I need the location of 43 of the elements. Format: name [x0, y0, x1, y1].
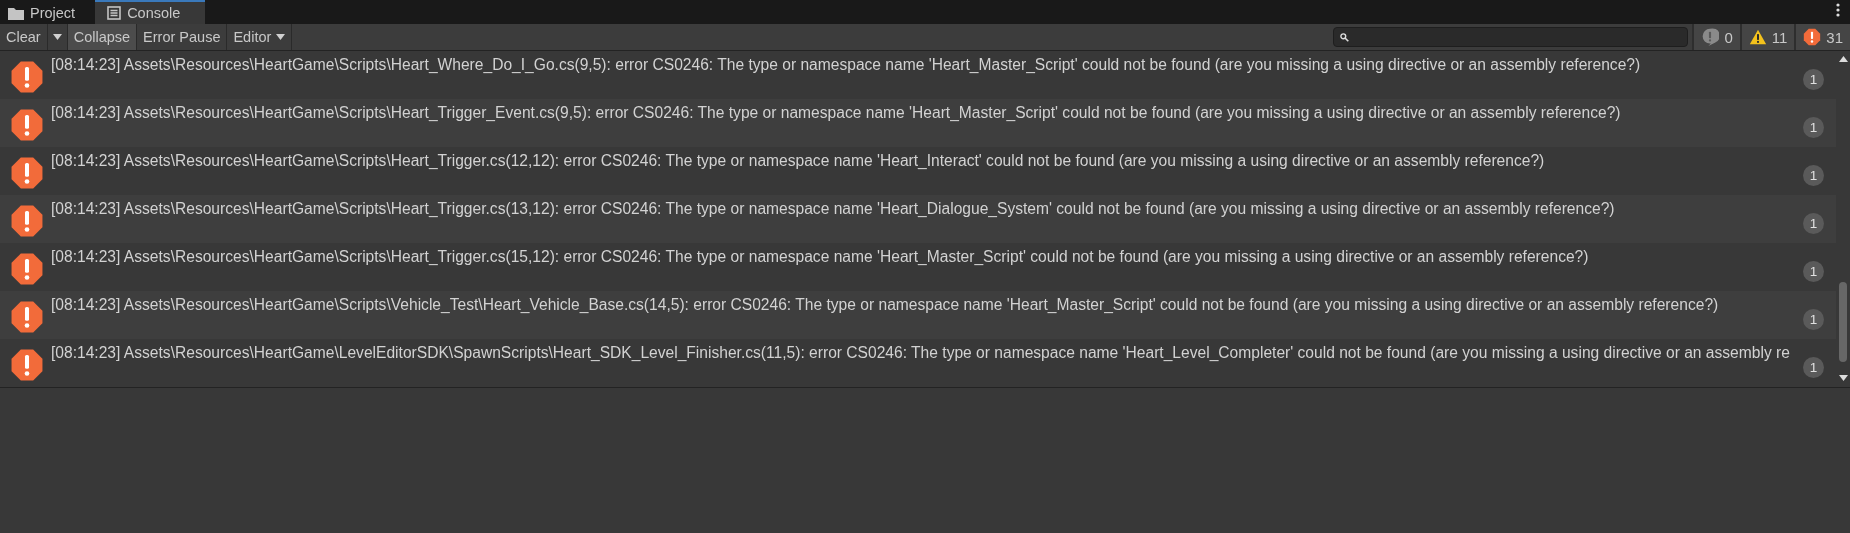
tab[interactable]: Console — [95, 0, 206, 24]
error-icon — [10, 300, 44, 334]
count-badge: 1 — [1803, 309, 1824, 330]
count-badge: 1 — [1803, 117, 1824, 138]
tab[interactable]: Project — [0, 0, 90, 24]
info-icon — [1701, 28, 1720, 46]
log-message: [08:14:23] Assets\Resources\HeartGame\Scripts\Heart_Where_Do_I_Go.cs(9,5): error CS0246: The type or namespace name 'Heart_Master_Script' could not be found (are you missing a using directive or an assembly reference?) — [51, 56, 1641, 74]
scroll-up-icon[interactable] — [1838, 56, 1848, 62]
log-message: [08:14:23] Assets\Resources\HeartGame\Scripts\Heart_Trigger.cs(12,12): error CS0246: The type or namespace name 'Heart_Interact' could not be found (are you missing a using directive or an assembly reference?) — [51, 152, 1545, 170]
caret-icon — [276, 34, 286, 40]
error-icon — [1803, 28, 1822, 46]
count-badge: 1 — [1803, 213, 1824, 234]
count-badge: 1 — [1803, 261, 1824, 282]
count-badge: 1 — [1803, 165, 1824, 186]
log-row[interactable] — [0, 195, 1836, 243]
log-message: [08:14:23] Assets\Resources\HeartGame\Scripts\Heart_Trigger.cs(13,12): error CS0246: The type or namespace name 'Heart_Dialogue_System' could not be found (are you missing a using directive or an assembly reference?) — [51, 200, 1615, 218]
error-icon — [10, 204, 44, 238]
search-field[interactable] — [1333, 27, 1689, 47]
scrollbar-thumb[interactable] — [1839, 282, 1847, 362]
count-badge: 1 — [1803, 357, 1824, 378]
counter-toggle[interactable]: 0 — [1692, 24, 1740, 50]
error-icon — [10, 108, 44, 142]
count-badge: 1 — [1803, 69, 1824, 90]
log-message: [08:14:23] Assets\Resources\HeartGame\Scripts\Heart_Trigger.cs(15,12): error CS0246: The type or namespace name 'Heart_Master_Script' could not be found (are you missing a using directive or an assembly reference?) — [51, 248, 1589, 266]
error-icon — [10, 252, 44, 286]
toggle-button[interactable]: Collapse — [67, 24, 138, 50]
error-icon — [10, 348, 44, 382]
warning-icon — [1748, 28, 1767, 46]
log-message: [08:14:23] Assets\Resources\HeartGame\LevelEditorSDK\SpawnScripts\Heart_SDK_Level_Finisher.cs(11,5): error CS0246: The type or namespace name 'Heart_Level_Completer' could not be found (are you missing a using directive or an assembly re — [51, 344, 1790, 362]
counter-toggle[interactable]: 11 — [1739, 24, 1795, 50]
log-row[interactable] — [0, 99, 1836, 147]
error-icon — [10, 60, 44, 94]
search-icon — [1340, 32, 1350, 42]
log-row[interactable] — [0, 291, 1836, 339]
more-icon[interactable] — [1836, 3, 1840, 17]
error-icon — [10, 156, 44, 190]
caret-icon — [52, 34, 62, 40]
log-message: [08:14:23] Assets\Resources\HeartGame\Scripts\Heart_Trigger_Event.cs(9,5): error CS0246: The type or namespace name 'Heart_Master_Script' could not be found (are you missing a using directive or an assembly reference?) — [51, 104, 1621, 122]
folder-icon — [8, 6, 24, 20]
list-icon — [107, 6, 122, 20]
scroll-down-icon[interactable] — [1838, 375, 1848, 381]
counter-toggle[interactable]: 31 — [1794, 24, 1850, 50]
log-message: [08:14:23] Assets\Resources\HeartGame\Scripts\Vehicle_Test\Heart_Vehicle_Base.cs(14,5): error CS0246: The type or namespace name 'Heart_Master_Script' could not be found (are you missing a using directive or an assembly reference?) — [51, 296, 1719, 314]
